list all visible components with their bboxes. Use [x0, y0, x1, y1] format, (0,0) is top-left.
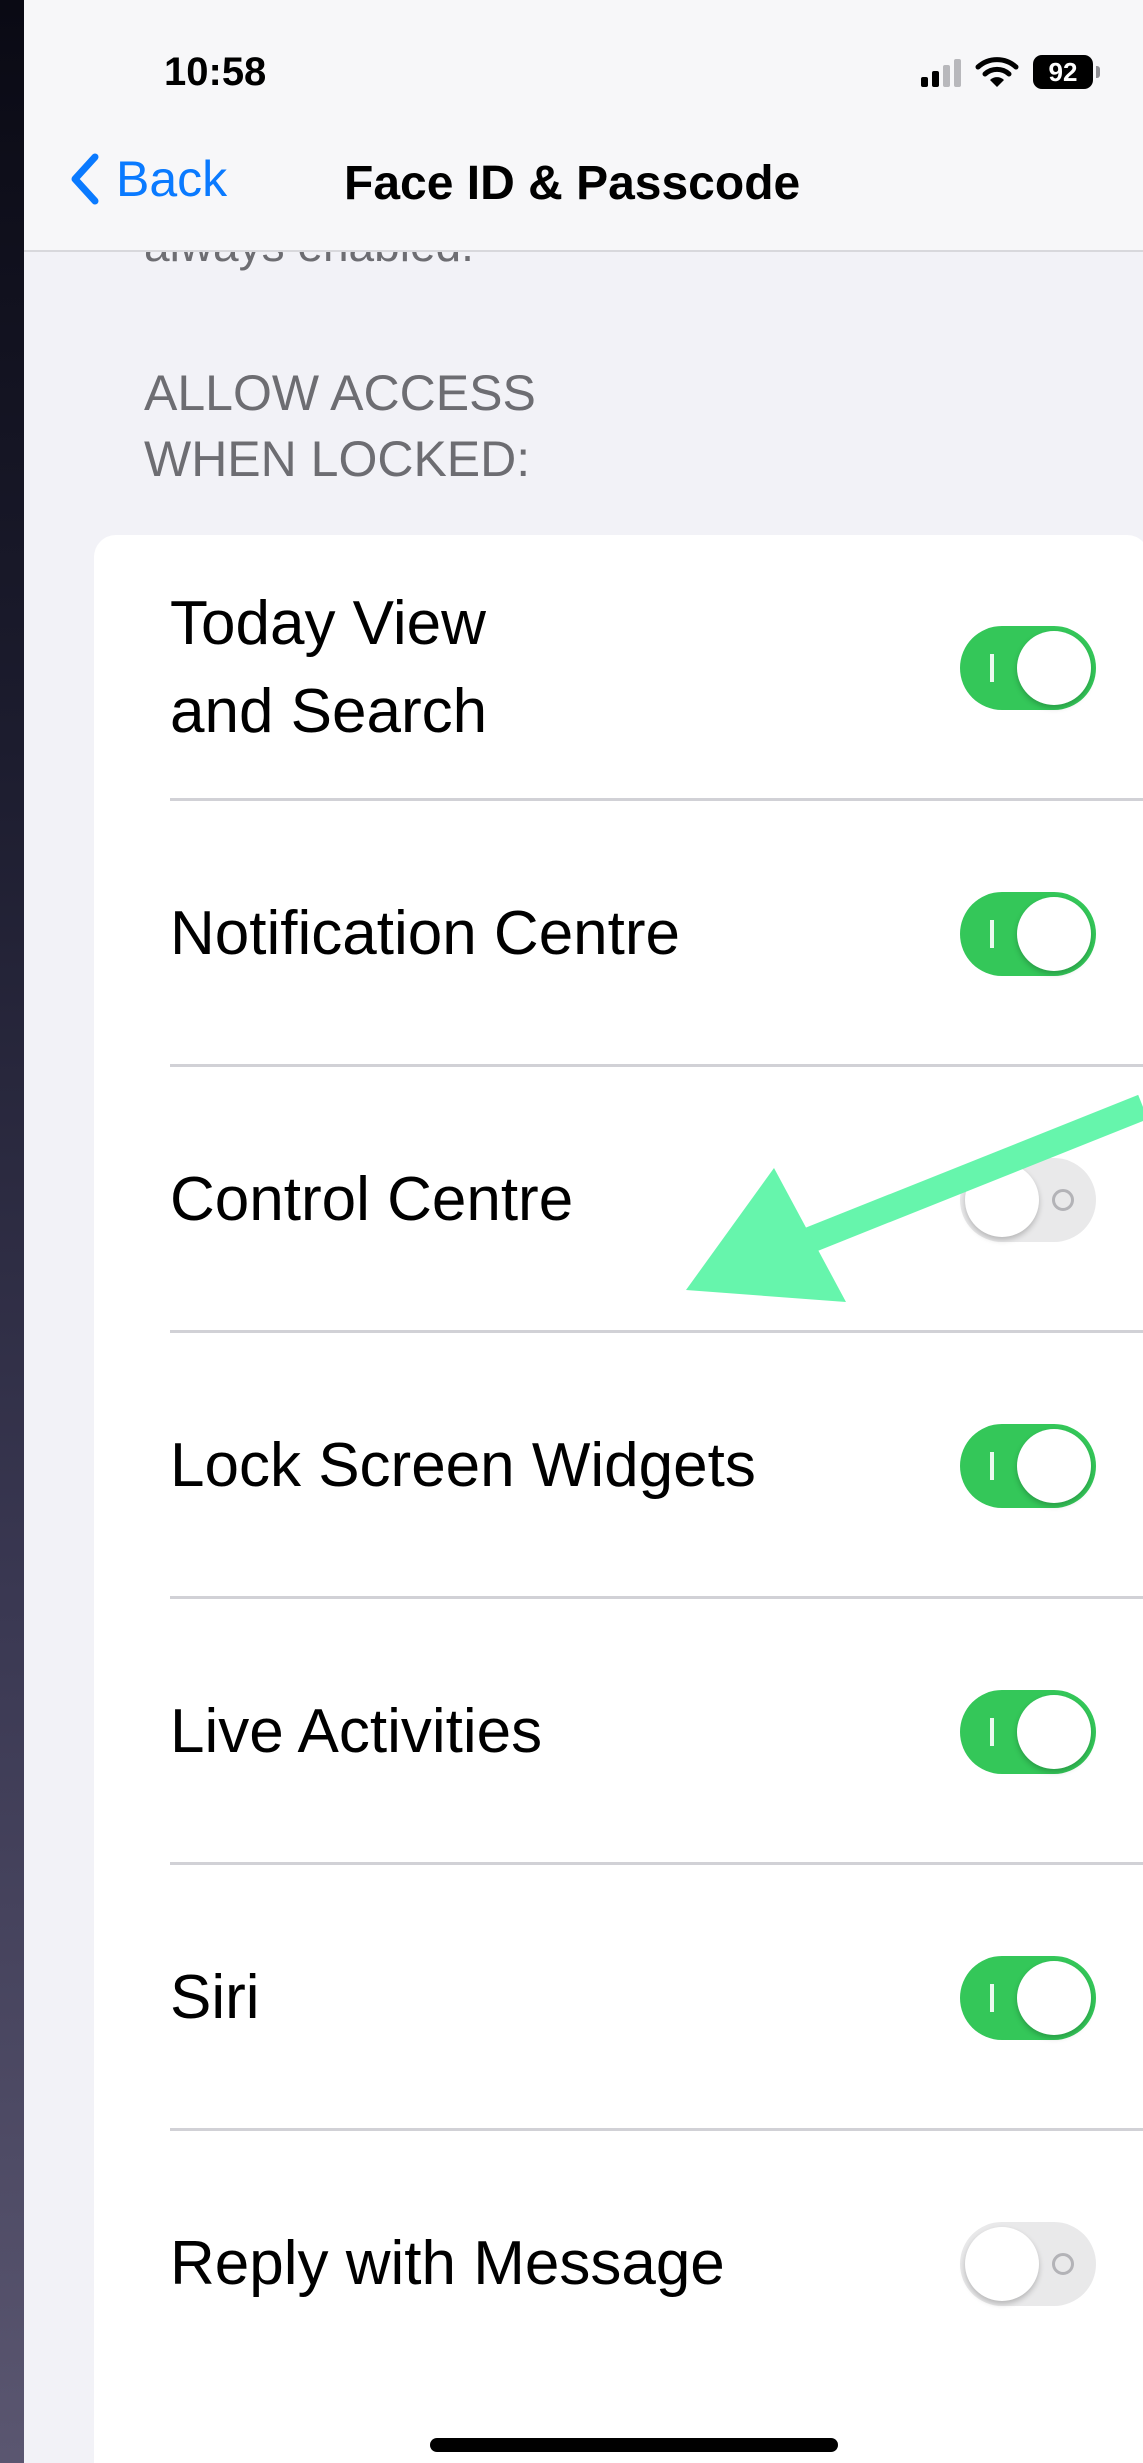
- home-indicator: [430, 2438, 838, 2452]
- cellular-signal-icon: [921, 57, 961, 87]
- back-label: Back: [116, 151, 228, 207]
- wifi-icon: [975, 57, 1019, 87]
- back-button[interactable]: Back: [70, 150, 227, 208]
- status-icons: 92: [921, 52, 1100, 92]
- battery-icon: 92: [1033, 55, 1100, 89]
- annotation-arrow-icon: [686, 1094, 1143, 1302]
- chevron-left-icon: [71, 153, 99, 205]
- page-title: Face ID & Passcode: [344, 157, 801, 210]
- navigation-header: 10:58 92 Back Face ID & Passcode: [24, 0, 1143, 252]
- status-time: 10:58: [164, 50, 267, 94]
